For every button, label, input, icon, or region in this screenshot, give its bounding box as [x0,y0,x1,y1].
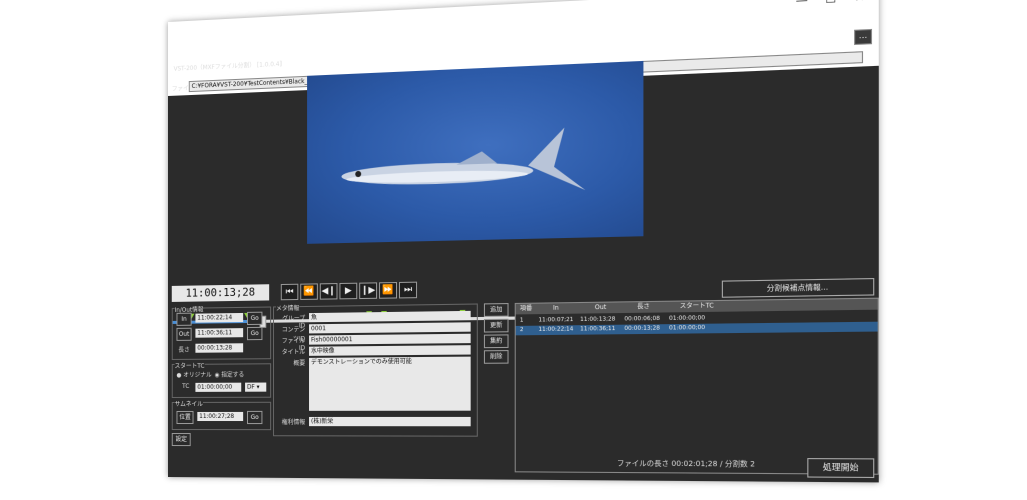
meta-title: メタ情報 [275,303,300,313]
summary-field[interactable]: デモンストレーションでのみ使用可能 [309,356,471,411]
rights-field[interactable]: (株)新栄 [309,416,471,427]
start-tc-title: スタートTC [174,360,205,370]
start-tc-panel: スタートTC ● オリジナル ◉ 指定する TC 01:00:00;00 DF … [171,360,272,398]
length-label: 長さ [178,346,190,354]
col-index[interactable]: 項番 [520,304,532,315]
out-value-field[interactable]: 11:00:36;11 [195,328,244,338]
in-go-button[interactable]: Go [246,311,263,326]
col-out[interactable]: Out [595,303,606,314]
position-value-field[interactable]: 11:00:27;28 [197,411,244,422]
radio-custom-label: 指定する [221,371,245,379]
go-end-button[interactable]: ⏭ [399,281,418,299]
cell-index: 2 [519,326,524,334]
inout-panel: In/Out情報 In 11:00:22;14 Go Out 11:00:36;… [171,304,272,360]
position-button[interactable]: 位置 [176,410,194,425]
step-back-button[interactable]: ◀❙ [319,283,338,300]
main-area: ファイル C:¥FORA¥VST-200¥TestContents¥Black_… [168,51,879,483]
df-select-value: DF [246,383,255,391]
browse-button[interactable]: ... [854,28,873,46]
length-value-field: 00:00:13;28 [195,343,244,353]
title-label: タイトル [281,348,306,357]
close-button[interactable]: ✕ [850,0,870,5]
add-button[interactable]: 追加 [483,303,509,317]
fast-forward-button[interactable]: ⏩ [379,281,398,299]
meta-panel: メタ情報 グループID 魚 コンテンツID 0001 ファイルID Fish00… [273,303,478,437]
col-in[interactable]: In [553,303,559,314]
update-button[interactable]: 更新 [483,318,509,333]
col-starttc[interactable]: スタートTC [680,301,714,312]
radio-original[interactable]: ● オリジナル [176,370,211,379]
cell-length: 00:00:13;28 [624,325,661,333]
radio-original-label: オリジナル [183,371,212,379]
start-processing-button[interactable]: 処理開始 [807,458,875,479]
play-button[interactable]: ▶ [339,282,358,300]
tc-label: TC [182,382,190,390]
thumbnail-title: サムネイル [174,398,203,408]
radio-custom[interactable]: ◉ 指定する [214,370,244,379]
file-length-label: ファイルの長さ [616,459,670,469]
merge-button[interactable]: 集約 [483,334,509,349]
tc-value-field[interactable]: 01:00:00;00 [195,382,242,392]
minimize-button[interactable]: — [792,0,812,8]
app-window: — ☐ ✕ ... VST-200（MXFファイル分割） [1.0.0.4] フ… [168,0,879,483]
out-go-button[interactable]: Go [246,326,263,341]
go-start-button[interactable]: ⏮ [280,283,299,301]
cell-out: 11:00:13;28 [580,316,616,324]
position-go-button[interactable]: Go [246,410,263,425]
in-button[interactable]: In [176,312,192,326]
summary-label: 概要 [293,359,306,368]
status-bar: ファイルの長さ 00:02:01;28 / 分割数 2 [617,458,755,469]
segment-list[interactable]: 項番 In Out 長さ スタートTC 1 11:00:07;21 11:00:… [514,297,879,475]
video-preview [307,60,644,244]
col-length[interactable]: 長さ [637,302,650,313]
maximize-button[interactable]: ☐ [821,0,841,6]
in-value-field[interactable]: 11:00:22;14 [195,312,244,323]
current-timecode: 11:00:13;28 [171,284,270,302]
step-forward-button[interactable]: ❙▶ [359,282,378,300]
content-field[interactable]: 0001 [309,322,471,334]
split-count-label: 分割数 [724,459,748,469]
cell-in: 11:00:07;21 [538,316,574,324]
settings-button[interactable]: 設定 [171,433,191,447]
fish-image [341,126,586,192]
delete-button[interactable]: 削除 [483,350,509,364]
stage: — ☐ ✕ ... VST-200（MXFファイル分割） [1.0.0.4] フ… [0,0,1027,500]
fileid-field[interactable]: Fish00000001 [309,333,471,345]
split-candidates-button[interactable]: 分割候補点情報... [721,278,875,298]
cell-starttc: 01:00:00;00 [669,324,706,332]
cell-length: 00:00:06;08 [624,315,661,323]
cell-starttc: 01:00:00;00 [669,315,706,323]
rewind-button[interactable]: ⏪ [300,283,318,300]
group-field[interactable]: 魚 [309,310,471,323]
title-field[interactable]: 水中映像 [309,345,471,356]
status-separator: / [719,459,723,469]
out-button[interactable]: Out [176,327,192,341]
df-select[interactable]: DF ▾ [245,382,267,392]
rights-label: 権利情報 [281,419,306,427]
cell-in: 11:00:22;14 [538,326,574,334]
cell-out: 11:00:36;11 [580,325,616,333]
cell-index: 1 [519,317,524,324]
thumbnail-panel: サムネイル 位置 11:00:27;28 Go [171,398,272,431]
split-count-value: 2 [750,459,756,469]
file-length-value: 00:02:01;28 [671,459,718,469]
